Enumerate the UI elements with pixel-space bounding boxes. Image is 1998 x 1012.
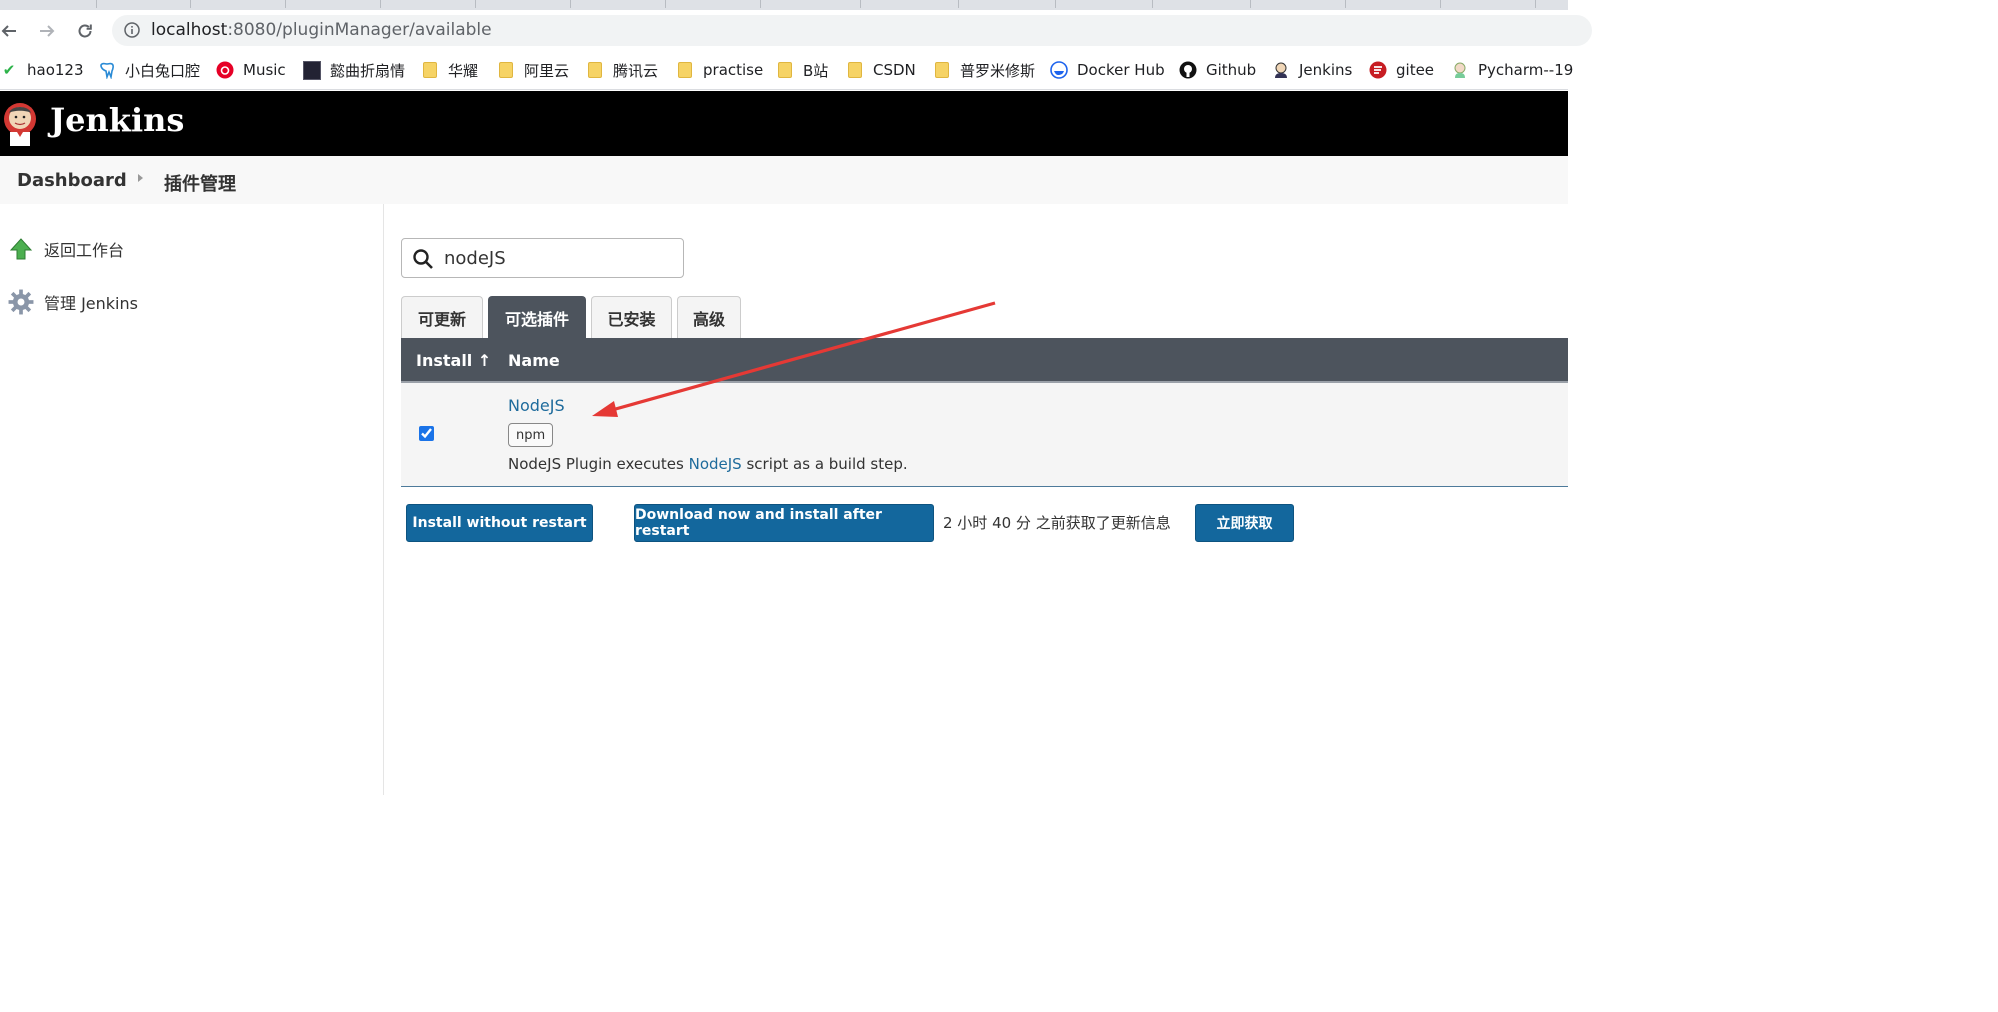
tooth-icon <box>98 61 116 79</box>
bookmark-hao123[interactable]: ✔ hao123 <box>0 59 84 81</box>
task-label: 返回工作台 <box>44 241 125 260</box>
table-header: Install ↑ Name <box>401 338 1568 383</box>
tab-updates[interactable]: 可更新 <box>401 296 483 338</box>
gitee-icon <box>1369 61 1387 79</box>
side-panel: 返回工作台 管理 Jenkins <box>0 204 384 795</box>
install-checkbox[interactable] <box>419 426 434 441</box>
search-input[interactable] <box>444 246 674 270</box>
up-arrow-icon <box>8 236 34 262</box>
reload-icon[interactable] <box>73 19 97 43</box>
search-icon <box>413 249 433 269</box>
folder-icon <box>421 61 439 79</box>
site-info-icon[interactable] <box>124 22 140 38</box>
bookmark-folder-tencent[interactable]: 腾讯云 <box>586 59 658 81</box>
docker-icon <box>1050 61 1068 79</box>
bookmark-tooth[interactable]: 小白兔口腔 <box>98 59 200 81</box>
bookmarks-bar: ✔ hao123 小白兔口腔 Music 懿曲折扇情 华耀 阿里云 腾讯云 pra… <box>0 51 1573 90</box>
bookmark-docker-hub[interactable]: Docker Hub <box>1050 59 1165 81</box>
tab-installed[interactable]: 已安装 <box>591 296 672 338</box>
breadcrumb-chevron-icon <box>138 174 143 182</box>
column-name-header[interactable]: Name <box>508 351 560 370</box>
breadcrumb-dashboard[interactable]: Dashboard <box>17 170 127 191</box>
check-now-button[interactable]: 立即获取 <box>1195 504 1294 542</box>
column-install-header[interactable]: Install ↑ <box>416 351 491 370</box>
folder-icon <box>497 61 515 79</box>
bookmark-github[interactable]: Github <box>1179 59 1256 81</box>
bookmark-folder-huayao[interactable]: 华耀 <box>421 59 478 81</box>
tab-available[interactable]: 可选插件 <box>488 296 586 338</box>
netease-music-icon <box>216 61 234 79</box>
thumbnail-icon <box>303 60 321 80</box>
jenkins-header: Jenkins <box>0 91 1568 156</box>
plugin-search <box>401 238 684 278</box>
plugin-excerpt: NodeJS Plugin executes NodeJS script as … <box>508 455 908 473</box>
download-install-after-restart-button[interactable]: Download now and install after restart <box>634 504 934 542</box>
bookmark-pycharm[interactable]: Pycharm--19 <box>1451 59 1573 81</box>
folder-icon <box>933 61 951 79</box>
bookmark-music[interactable]: Music <box>216 59 286 81</box>
update-info-text: 2 小时 40 分 之前获取了更新信息 <box>943 514 1171 532</box>
pycharm-icon <box>1451 61 1469 79</box>
jenkins-icon <box>1272 61 1290 79</box>
excerpt-link[interactable]: NodeJS <box>689 455 742 473</box>
folder-icon <box>676 61 694 79</box>
plugin-name-link[interactable]: NodeJS <box>508 396 565 415</box>
bookmark-folder-prometheus[interactable]: 普罗米修斯 <box>933 59 1035 81</box>
bookmark-folder-aliyun[interactable]: 阿里云 <box>497 59 569 81</box>
back-arrow-icon[interactable] <box>0 19 21 43</box>
task-back-to-dashboard[interactable]: 返回工作台 <box>8 234 124 264</box>
task-manage-jenkins[interactable]: 管理 Jenkins <box>8 287 138 317</box>
browser-toolbar: localhost:8080/pluginManager/available <box>0 10 1592 51</box>
task-label: 管理 Jenkins <box>44 294 138 313</box>
breadcrumb: Dashboard 插件管理 <box>0 156 1568 204</box>
bookmark-gitee[interactable]: gitee <box>1369 59 1434 81</box>
breadcrumb-plugin-manager[interactable]: 插件管理 <box>164 170 236 196</box>
plugin-label-tag[interactable]: npm <box>508 423 554 447</box>
forward-arrow-icon[interactable] <box>35 19 59 43</box>
bookmark-song[interactable]: 懿曲折扇情 <box>303 59 405 81</box>
jenkins-logo-icon[interactable] <box>2 99 38 147</box>
bookmark-folder-bilibili[interactable]: B站 <box>776 59 828 81</box>
github-icon <box>1179 61 1197 79</box>
bookmark-folder-practise[interactable]: practise <box>676 59 763 81</box>
bookmark-folder-csdn[interactable]: CSDN <box>846 59 916 81</box>
folder-icon <box>586 61 604 79</box>
folder-icon <box>846 61 864 79</box>
bookmark-jenkins[interactable]: Jenkins <box>1272 59 1352 81</box>
folder-icon <box>776 61 794 79</box>
url-text: localhost:8080/pluginManager/available <box>151 20 492 40</box>
address-bar[interactable]: localhost:8080/pluginManager/available <box>112 15 1592 46</box>
jenkins-title[interactable]: Jenkins <box>50 101 184 139</box>
table-row: NodeJS npm NodeJS Plugin executes NodeJS… <box>401 383 1568 487</box>
tab-advanced[interactable]: 高级 <box>677 296 741 338</box>
hao123-icon: ✔ <box>2 61 16 79</box>
browser-tab-strip <box>0 0 1568 10</box>
install-without-restart-button[interactable]: Install without restart <box>406 504 593 542</box>
gear-icon <box>8 289 34 315</box>
